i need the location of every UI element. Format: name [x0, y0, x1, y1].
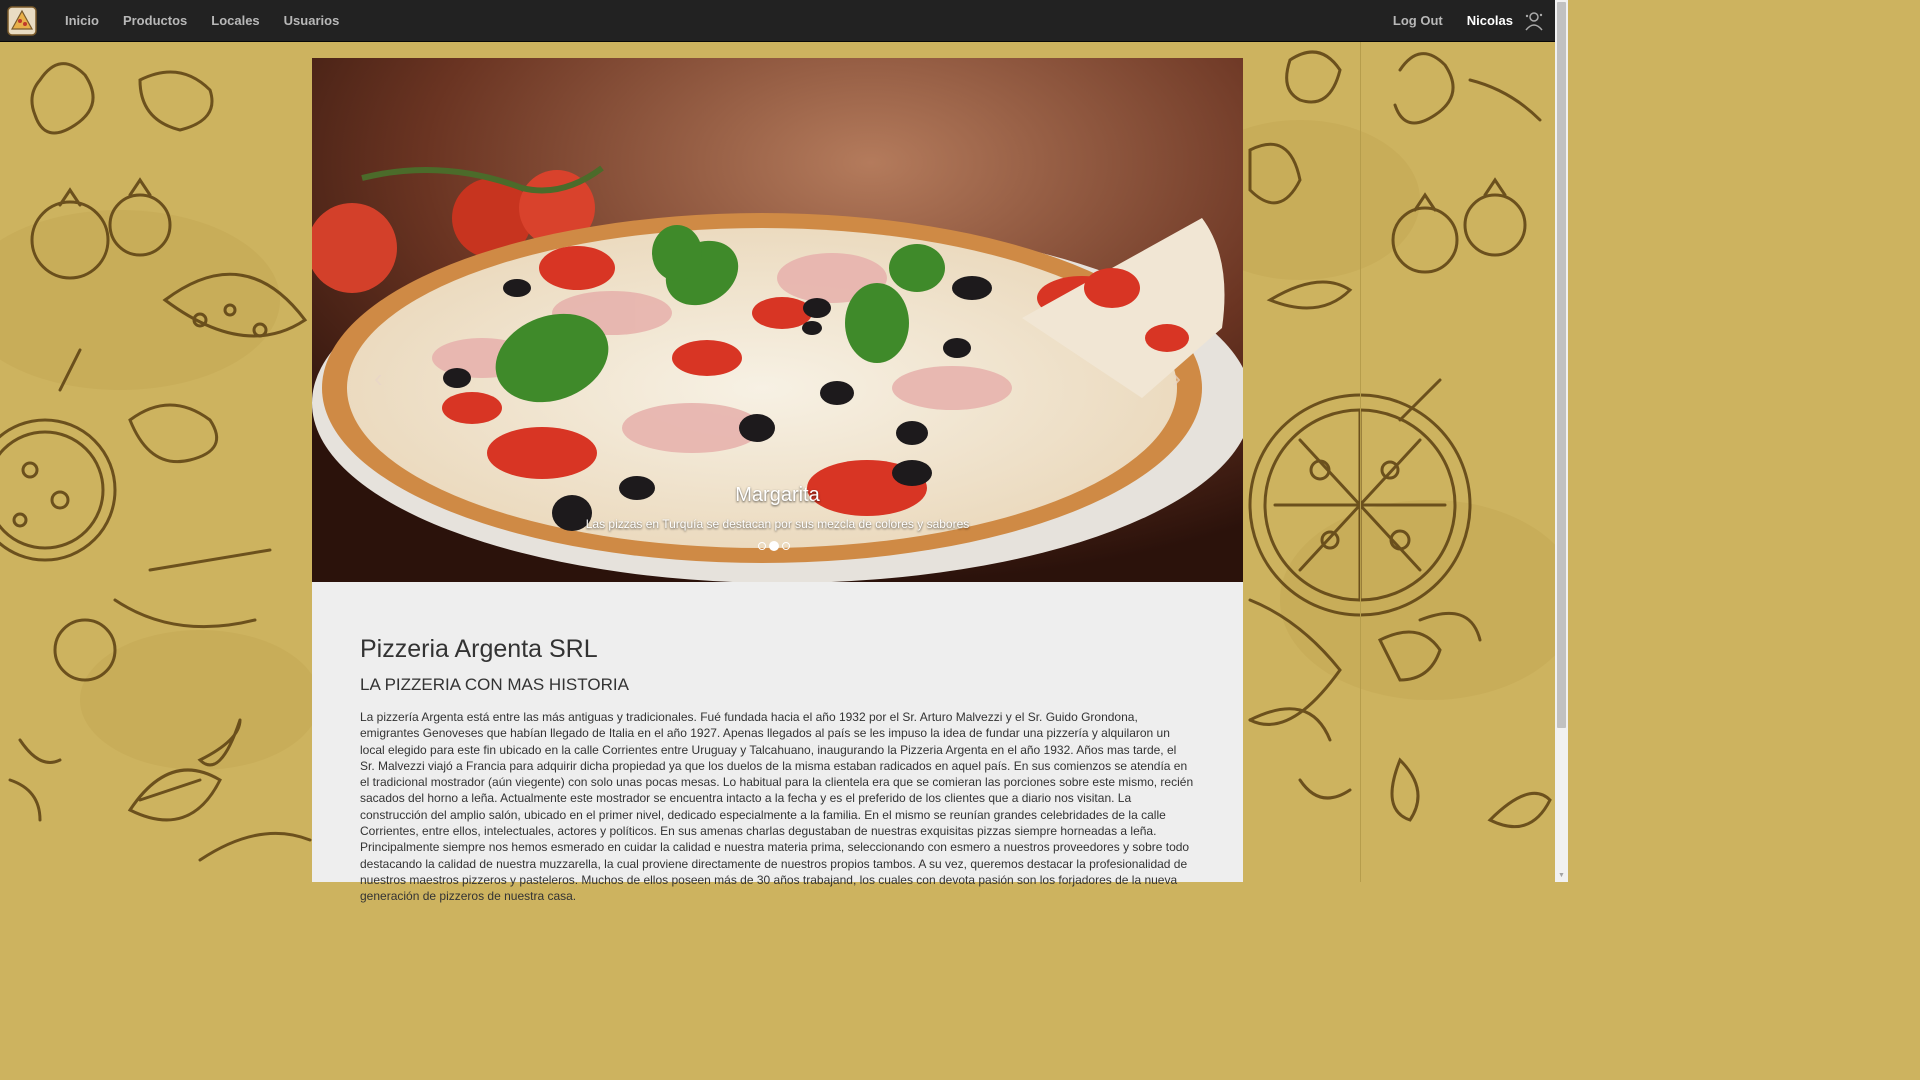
logout-link[interactable]: Log Out: [1393, 13, 1443, 28]
nav-item-inicio[interactable]: Inicio: [53, 0, 111, 41]
scroll-down-icon[interactable]: ▼: [1555, 870, 1568, 882]
pizza-logo-icon[interactable]: [3, 2, 41, 40]
carousel-indicators: [758, 541, 790, 551]
nav-item-locales[interactable]: Locales: [199, 0, 271, 41]
image-carousel: ‹ › Margarita Las pizzas en Turquía se d…: [312, 58, 1243, 582]
chevron-left-icon[interactable]: ‹: [374, 363, 383, 394]
page-subtitle: LA PIZZERIA CON MAS HISTORIA: [360, 675, 629, 694]
about-section: Pizzeria Argenta SRL LA PIZZERIA CON MAS…: [312, 582, 1243, 903]
page-divider: [1360, 41, 1361, 882]
top-navbar: Inicio Productos Locales Usuarios Log Ou…: [0, 0, 1555, 42]
slide-title: Margarita: [735, 484, 820, 506]
nav-item-usuarios[interactable]: Usuarios: [272, 0, 352, 41]
slide-description: Las pizzas en Turquía se destacan por su…: [585, 517, 970, 531]
carousel-indicator-3[interactable]: [782, 542, 790, 550]
main-nav: Inicio Productos Locales Usuarios: [53, 0, 351, 41]
carousel-indicator-2[interactable]: [769, 541, 779, 551]
nav-item-productos[interactable]: Productos: [111, 0, 199, 41]
history-paragraph: La pizzería Argenta está entre las más a…: [360, 710, 1194, 904]
user-avatar-icon[interactable]: [1523, 10, 1545, 32]
user-nav: Log Out Nicolas: [1393, 10, 1545, 32]
page-title: Pizzeria Argenta SRL: [360, 635, 598, 663]
carousel-indicator-1[interactable]: [758, 542, 766, 550]
scrollbar-thumb[interactable]: [1557, 2, 1566, 728]
vertical-scrollbar[interactable]: ▲ ▼: [1555, 0, 1568, 882]
user-name-link[interactable]: Nicolas: [1467, 13, 1513, 28]
chevron-right-icon[interactable]: ›: [1172, 363, 1181, 394]
